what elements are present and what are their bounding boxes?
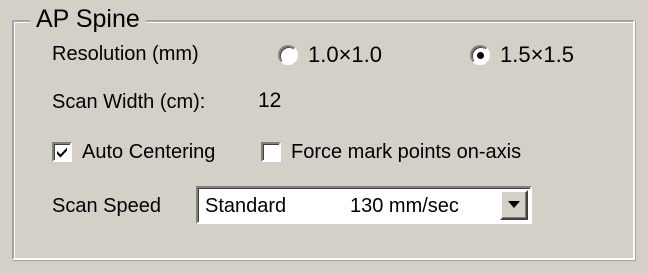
scan-speed-select[interactable]: Standard 130 mm/sec	[196, 186, 532, 224]
radio-selected-icon	[470, 45, 490, 65]
resolution-option-label: 1.5×1.5	[500, 42, 575, 67]
resolution-option-label: 1.0×1.0	[308, 42, 383, 67]
checkbox-checked-icon	[52, 142, 72, 162]
scan-speed-rate: 130 mm/sec	[350, 195, 459, 217]
force-mark-points-checkbox[interactable]: Force mark points on-axis	[261, 140, 521, 164]
scan-width-label: Scan Width (cm):	[52, 91, 206, 113]
resolution-label: Resolution (mm)	[52, 43, 199, 65]
ap-spine-panel: AP Spine Resolution (mm) 1.0×1.0 1.5×1.5…	[0, 0, 647, 273]
scan-speed-value: Standard	[205, 195, 287, 217]
resolution-radio-1x1[interactable]: 1.0×1.0	[278, 43, 382, 67]
chevron-down-icon	[508, 201, 520, 208]
dropdown-button[interactable]	[500, 190, 528, 220]
auto-centering-label: Auto Centering	[82, 141, 216, 163]
scan-speed-label: Scan Speed	[52, 195, 161, 217]
scan-width-value: 12	[258, 89, 282, 112]
force-mark-points-label: Force mark points on-axis	[291, 141, 522, 163]
radio-circle-icon	[278, 45, 298, 65]
checkbox-unchecked-icon	[261, 142, 281, 162]
group-title: AP Spine	[30, 4, 146, 34]
checkmark-icon	[57, 147, 67, 158]
resolution-radio-1.5x1.5[interactable]: 1.5×1.5	[470, 43, 574, 67]
auto-centering-checkbox[interactable]: Auto Centering	[52, 140, 215, 164]
